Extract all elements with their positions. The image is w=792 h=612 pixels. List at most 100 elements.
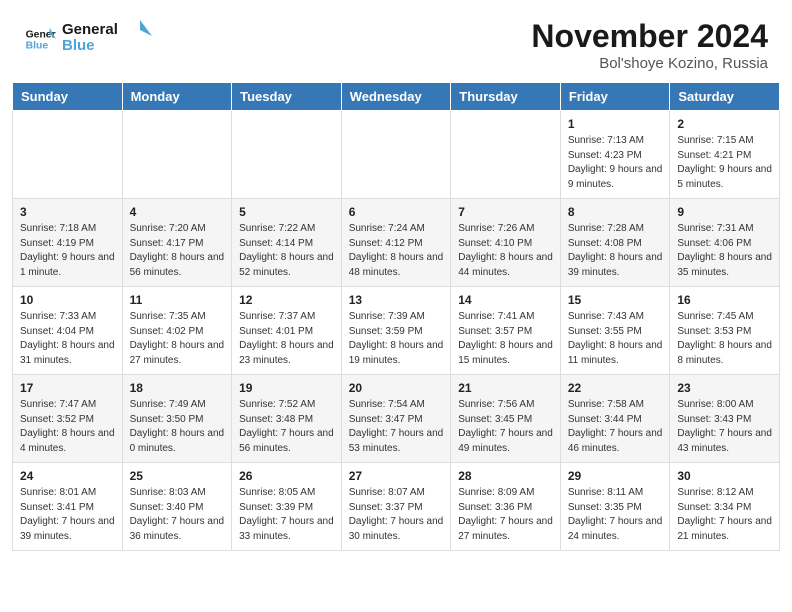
- day-info: Sunrise: 7:37 AMSunset: 4:01 PMDaylight:…: [239, 310, 334, 368]
- day-cell: 14Sunrise: 7:41 AMSunset: 3:57 PMDayligh…: [451, 287, 561, 375]
- day-cell: 3 Sunrise: 7:18 AMSunset: 4:19 PMDaylight…: [13, 199, 123, 287]
- day-number: 13: [349, 293, 444, 307]
- week-row-2: 3 Sunrise: 7:18 AMSunset: 4:19 PMDaylight…: [13, 199, 780, 287]
- day-number: 29: [568, 469, 663, 483]
- day-cell: 19 Sunrise: 7:52 AMSunset: 3:48 PMDayligh…: [232, 375, 342, 463]
- day-info: Sunrise: 7:24 AMSunset: 4:12 PMDaylight:…: [349, 222, 444, 280]
- day-number: 21: [458, 381, 553, 395]
- day-number: 12: [239, 293, 334, 307]
- day-info: Sunrise: 8:00 AMSunset: 3:43 PMDaylight:…: [677, 398, 772, 456]
- day-cell: 1 Sunrise: 7:13 AMSunset: 4:23 PMDaylight…: [560, 111, 670, 199]
- page-header: General Blue General Blue November 2024 …: [0, 0, 792, 82]
- location: Bol'shoye Kozino, Russia: [531, 55, 768, 72]
- day-cell: 12 Sunrise: 7:37 AMSunset: 4:01 PMDayligh…: [232, 287, 342, 375]
- day-cell: 22 Sunrise: 7:58 AMSunset: 3:44 PMDayligh…: [560, 375, 670, 463]
- col-header-friday: Friday: [560, 83, 670, 111]
- day-cell: 23 Sunrise: 8:00 AMSunset: 3:43 PMDayligh…: [670, 375, 780, 463]
- day-info: Sunrise: 7:45 AMSunset: 3:53 PMDaylight:…: [677, 310, 772, 368]
- day-info: Sunrise: 7:47 AMSunset: 3:52 PMDaylight:…: [20, 398, 115, 456]
- day-info: Sunrise: 7:49 AMSunset: 3:50 PMDaylight:…: [130, 398, 225, 456]
- day-cell: [13, 111, 123, 199]
- day-info: Sunrise: 8:09 AMSunset: 3:36 PMDaylight:…: [458, 486, 553, 544]
- day-cell: 2 Sunrise: 7:15 AMSunset: 4:21 PMDaylight…: [670, 111, 780, 199]
- day-number: 26: [239, 469, 334, 483]
- day-number: 10: [20, 293, 115, 307]
- day-info: Sunrise: 8:11 AMSunset: 3:35 PMDaylight:…: [568, 486, 663, 544]
- day-number: 17: [20, 381, 115, 395]
- day-cell: 9Sunrise: 7:31 AMSunset: 4:06 PMDaylight…: [670, 199, 780, 287]
- day-number: 2: [677, 117, 772, 131]
- day-info: Sunrise: 7:35 AMSunset: 4:02 PMDaylight:…: [130, 310, 225, 368]
- col-header-sunday: Sunday: [13, 83, 123, 111]
- day-number: 24: [20, 469, 115, 483]
- day-number: 25: [130, 469, 225, 483]
- day-info: Sunrise: 7:56 AMSunset: 3:45 PMDaylight:…: [458, 398, 553, 456]
- day-info: Sunrise: 7:18 AMSunset: 4:19 PMDaylight:…: [20, 222, 115, 280]
- day-cell: 29 Sunrise: 8:11 AMSunset: 3:35 PMDayligh…: [560, 463, 670, 551]
- logo-full: General Blue: [62, 18, 152, 54]
- day-number: 16: [677, 293, 772, 307]
- day-cell: 15Sunrise: 7:43 AMSunset: 3:55 PMDayligh…: [560, 287, 670, 375]
- day-number: 1: [568, 117, 663, 131]
- day-cell: [232, 111, 342, 199]
- col-header-thursday: Thursday: [451, 83, 561, 111]
- day-cell: 16 Sunrise: 7:45 AMSunset: 3:53 PMDayligh…: [670, 287, 780, 375]
- svg-text:General: General: [62, 21, 118, 38]
- day-cell: 20 Sunrise: 7:54 AMSunset: 3:47 PMDayligh…: [341, 375, 451, 463]
- day-number: 3: [20, 205, 115, 219]
- day-cell: 5Sunrise: 7:22 AMSunset: 4:14 PMDaylight…: [232, 199, 342, 287]
- day-cell: 18 Sunrise: 7:49 AMSunset: 3:50 PMDayligh…: [122, 375, 232, 463]
- day-cell: [122, 111, 232, 199]
- header-row: SundayMondayTuesdayWednesdayThursdayFrid…: [13, 83, 780, 111]
- day-number: 6: [349, 205, 444, 219]
- logo-icon: General Blue: [24, 23, 56, 55]
- day-info: Sunrise: 7:52 AMSunset: 3:48 PMDaylight:…: [239, 398, 334, 456]
- day-number: 28: [458, 469, 553, 483]
- calendar-body: 1 Sunrise: 7:13 AMSunset: 4:23 PMDaylight…: [13, 111, 780, 551]
- day-cell: 26 Sunrise: 8:05 AMSunset: 3:39 PMDayligh…: [232, 463, 342, 551]
- day-number: 7: [458, 205, 553, 219]
- day-info: Sunrise: 7:13 AMSunset: 4:23 PMDaylight:…: [568, 134, 663, 192]
- title-block: November 2024 Bol'shoye Kozino, Russia: [531, 18, 768, 72]
- day-number: 20: [349, 381, 444, 395]
- day-info: Sunrise: 8:07 AMSunset: 3:37 PMDaylight:…: [349, 486, 444, 544]
- day-cell: 17 Sunrise: 7:47 AMSunset: 3:52 PMDayligh…: [13, 375, 123, 463]
- day-cell: 27Sunrise: 8:07 AMSunset: 3:37 PMDayligh…: [341, 463, 451, 551]
- day-cell: 8 Sunrise: 7:28 AMSunset: 4:08 PMDaylight…: [560, 199, 670, 287]
- logo: General Blue General Blue: [24, 18, 152, 59]
- day-number: 22: [568, 381, 663, 395]
- day-cell: 10 Sunrise: 7:33 AMSunset: 4:04 PMDayligh…: [13, 287, 123, 375]
- day-number: 23: [677, 381, 772, 395]
- day-number: 19: [239, 381, 334, 395]
- day-cell: [341, 111, 451, 199]
- day-info: Sunrise: 7:28 AMSunset: 4:08 PMDaylight:…: [568, 222, 663, 280]
- week-row-5: 24 Sunrise: 8:01 AMSunset: 3:41 PMDayligh…: [13, 463, 780, 551]
- day-info: Sunrise: 8:03 AMSunset: 3:40 PMDaylight:…: [130, 486, 225, 544]
- day-info: Sunrise: 7:15 AMSunset: 4:21 PMDaylight:…: [677, 134, 772, 192]
- day-number: 4: [130, 205, 225, 219]
- day-cell: 24 Sunrise: 8:01 AMSunset: 3:41 PMDayligh…: [13, 463, 123, 551]
- week-row-4: 17 Sunrise: 7:47 AMSunset: 3:52 PMDayligh…: [13, 375, 780, 463]
- col-header-tuesday: Tuesday: [232, 83, 342, 111]
- day-info: Sunrise: 7:54 AMSunset: 3:47 PMDaylight:…: [349, 398, 444, 456]
- day-info: Sunrise: 8:12 AMSunset: 3:34 PMDaylight:…: [677, 486, 772, 544]
- day-number: 11: [130, 293, 225, 307]
- day-number: 15: [568, 293, 663, 307]
- day-info: Sunrise: 7:33 AMSunset: 4:04 PMDaylight:…: [20, 310, 115, 368]
- svg-text:Blue: Blue: [62, 37, 95, 54]
- calendar-header: SundayMondayTuesdayWednesdayThursdayFrid…: [13, 83, 780, 111]
- day-info: Sunrise: 7:41 AMSunset: 3:57 PMDaylight:…: [458, 310, 553, 368]
- week-row-3: 10 Sunrise: 7:33 AMSunset: 4:04 PMDayligh…: [13, 287, 780, 375]
- day-number: 18: [130, 381, 225, 395]
- day-cell: 4Sunrise: 7:20 AMSunset: 4:17 PMDaylight…: [122, 199, 232, 287]
- day-cell: 7Sunrise: 7:26 AMSunset: 4:10 PMDaylight…: [451, 199, 561, 287]
- day-info: Sunrise: 8:05 AMSunset: 3:39 PMDaylight:…: [239, 486, 334, 544]
- calendar-table: SundayMondayTuesdayWednesdayThursdayFrid…: [12, 82, 780, 551]
- day-cell: 28 Sunrise: 8:09 AMSunset: 3:36 PMDayligh…: [451, 463, 561, 551]
- day-cell: 13Sunrise: 7:39 AMSunset: 3:59 PMDayligh…: [341, 287, 451, 375]
- col-header-saturday: Saturday: [670, 83, 780, 111]
- col-header-monday: Monday: [122, 83, 232, 111]
- day-info: Sunrise: 8:01 AMSunset: 3:41 PMDaylight:…: [20, 486, 115, 544]
- day-number: 8: [568, 205, 663, 219]
- day-info: Sunrise: 7:58 AMSunset: 3:44 PMDaylight:…: [568, 398, 663, 456]
